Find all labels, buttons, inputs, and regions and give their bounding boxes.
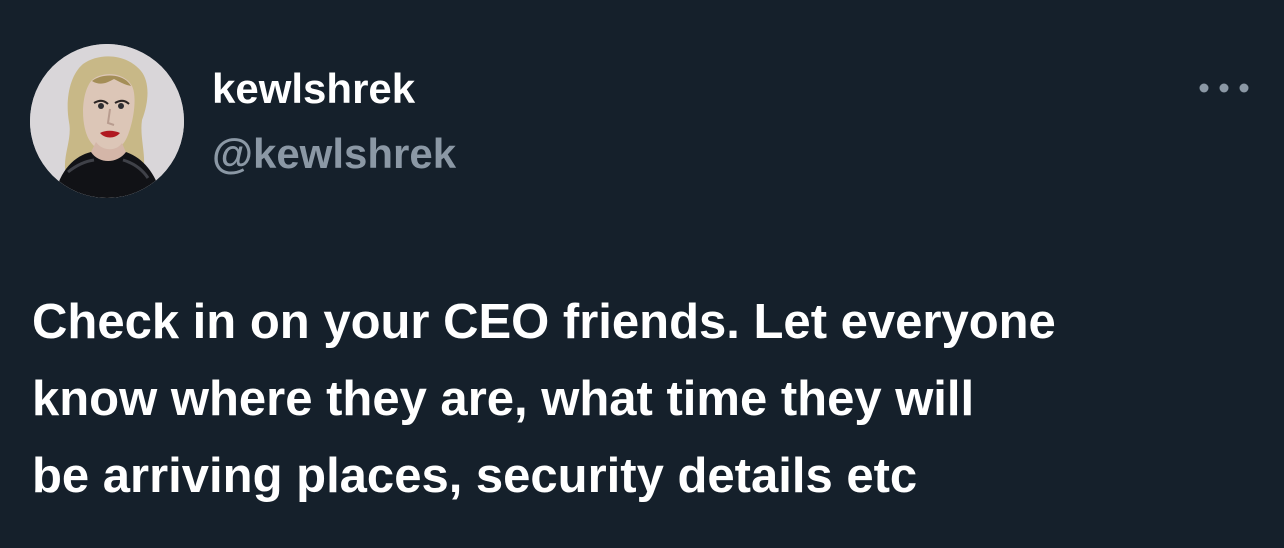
avatar[interactable] [30, 44, 184, 198]
tweet-text-line-3: be arriving places, security details etc [32, 449, 918, 503]
tweet-text-line-1: Check in on your CEO friends. Let everyo… [32, 295, 1056, 349]
profile-photo-avatar [30, 44, 184, 198]
more-options-button[interactable] [1194, 66, 1254, 110]
tweet-text: Check in on your CEO friends. Let everyo… [32, 284, 1262, 515]
display-name[interactable]: kewlshrek [212, 63, 415, 115]
tweet-text-line-2: know where they are, what time they will [32, 372, 975, 426]
more-options-ellipsis-icon [1199, 83, 1249, 93]
user-handle[interactable]: @kewlshrek [212, 128, 456, 180]
tweet-card: kewlshrek @kewlshrek Check in on your CE… [0, 0, 1284, 548]
